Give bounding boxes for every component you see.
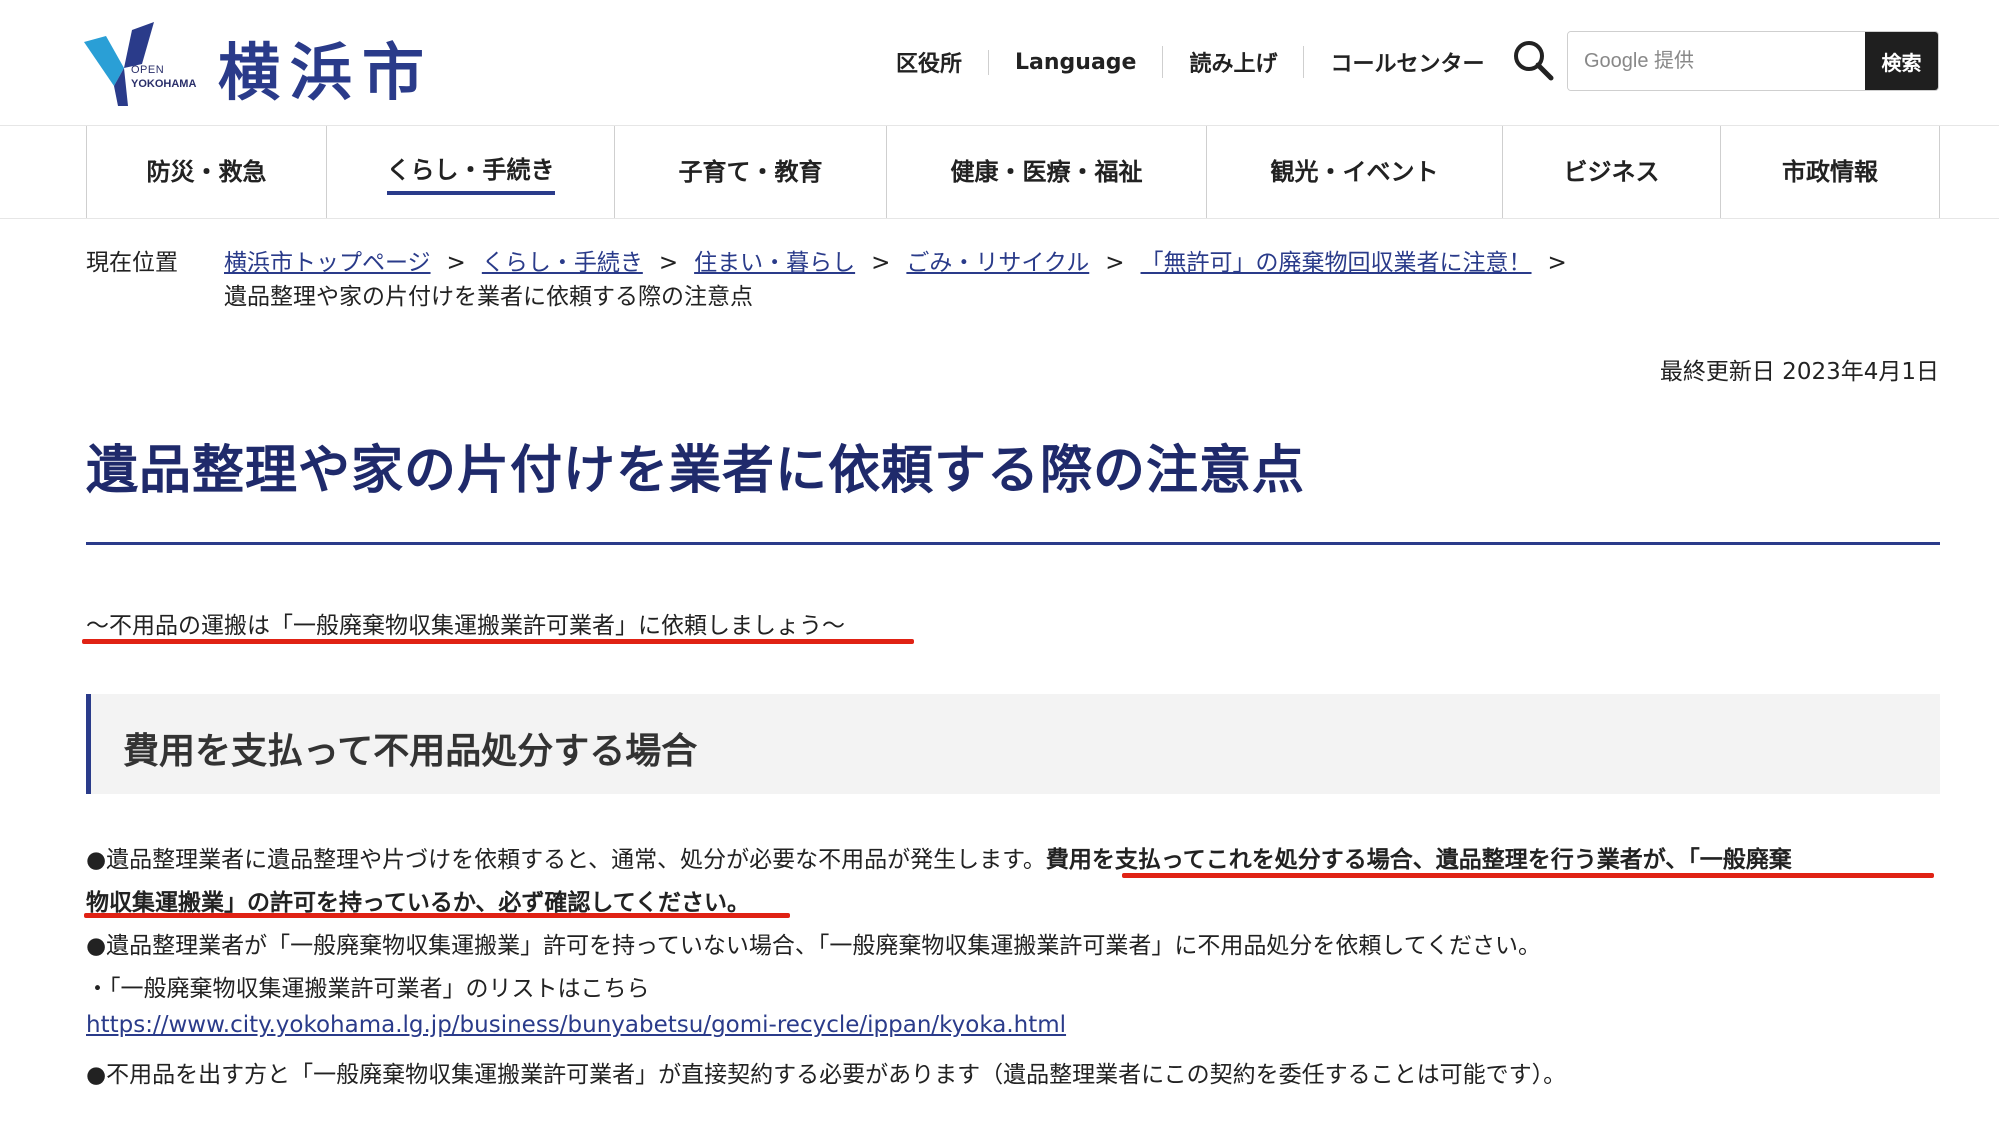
breadcrumb-separator: >: [871, 250, 891, 276]
breadcrumb-separator: >: [446, 250, 466, 276]
page-title: 遺品整理や家の片付けを業者に依頼する際の注意点: [86, 441, 1306, 501]
search-input[interactable]: [1568, 32, 1865, 90]
paragraph-4: ●不用品を出す方と「一般廃棄物収集運搬業許可業者」が直接契約する必要があります（…: [86, 1062, 1567, 1088]
gnav-item-health[interactable]: 健康・医療・福祉: [886, 126, 1206, 218]
breadcrumb-separator: >: [658, 250, 679, 276]
red-annotation-underline: [84, 913, 790, 918]
logo-yokohama-text: YOKOHAMA: [131, 78, 197, 90]
gnav-item-tourism[interactable]: 観光・イベント: [1206, 126, 1502, 218]
paragraph-2: ●遺品整理業者が「一般廃棄物収集運搬業」許可を持っていない場合、「一般廃棄物収集…: [86, 933, 1542, 959]
util-link-language[interactable]: Language: [988, 49, 1162, 75]
logo-open-text: OPEN: [131, 64, 165, 76]
paragraph-1: ●遺品整理業者に遺品整理や片づけを依頼すると、通常、処分が必要な不用品が発生しま…: [86, 840, 1956, 874]
paragraph-3: ・「一般廃棄物収集運搬業許可業者」のリストはこちら: [86, 976, 650, 1002]
util-link-read-aloud[interactable]: 読み上げ: [1162, 46, 1303, 78]
red-annotation-underline: [82, 639, 914, 644]
breadcrumb-link-living[interactable]: くらし・手続き: [482, 250, 643, 276]
gnav-item-living[interactable]: くらし・手続き: [326, 126, 614, 218]
section-heading-box: 費用を支払って不用品処分する場合: [86, 694, 1940, 794]
search-box: 検索: [1567, 31, 1939, 91]
breadcrumb-link-unlicensed[interactable]: 「無許可」の廃棄物回収業者に注意！: [1141, 250, 1532, 276]
breadcrumb-separator: >: [1105, 250, 1125, 276]
global-nav: 防災・救急 くらし・手続き 子育て・教育 健康・医療・福祉 観光・イベント ビジ…: [0, 125, 1999, 219]
site-name[interactable]: 横浜市: [218, 22, 434, 112]
search-icon[interactable]: [1511, 38, 1555, 82]
paragraph-1-normal: ●遺品整理業者に遺品整理や片づけを依頼すると、通常、処分が必要な不用品が発生しま…: [86, 847, 1046, 873]
paragraph-1-bold: 費用を支払ってこれを処分する場合、遺品整理を行う業者が、「一般廃棄: [1045, 847, 1792, 873]
lead-text: ～不用品の運搬は「一般廃棄物収集運搬業許可業者」に依頼しましょう～: [86, 613, 845, 639]
gnav-item-business[interactable]: ビジネス: [1502, 126, 1720, 218]
section-heading: 費用を支払って不用品処分する場合: [123, 731, 698, 772]
breadcrumb-current: 遺品整理や家の片付けを業者に依頼する際の注意点: [224, 284, 753, 310]
paragraph-1-cont: 物収集運搬業」の許可を持っているか、必ず確認してください。: [86, 883, 1956, 917]
red-annotation-underline: [1122, 873, 1934, 878]
gnav-item-disaster[interactable]: 防災・救急: [86, 126, 326, 218]
utility-nav: 区役所 Language 読み上げ コールセンター: [876, 44, 1511, 80]
breadcrumb-link-top[interactable]: 横浜市トップページ: [224, 250, 431, 276]
license-list-link[interactable]: https://www.city.yokohama.lg.jp/business…: [86, 1012, 1066, 1038]
breadcrumb-label: 現在位置: [86, 250, 178, 276]
util-link-ward-office[interactable]: 区役所: [876, 46, 988, 78]
breadcrumb-separator: >: [1547, 250, 1567, 276]
site-header: OPEN YOKOHAMA 横浜市 区役所 Language 読み上げ コールセ…: [0, 0, 1999, 125]
breadcrumb-link-housing[interactable]: 住まい・暮らし: [694, 250, 855, 276]
title-divider: [86, 542, 1940, 545]
last-updated: 最終更新日 2023年4月1日: [1659, 359, 1939, 385]
yokohama-logo-icon[interactable]: [84, 20, 204, 106]
breadcrumb-link-recycle[interactable]: ごみ・リサイクル: [906, 250, 1089, 276]
search-button[interactable]: 検索: [1865, 32, 1938, 90]
util-link-call-center[interactable]: コールセンター: [1303, 46, 1510, 78]
gnav-item-city-info[interactable]: 市政情報: [1720, 126, 1940, 218]
gnav-item-childcare[interactable]: 子育て・教育: [614, 126, 886, 218]
